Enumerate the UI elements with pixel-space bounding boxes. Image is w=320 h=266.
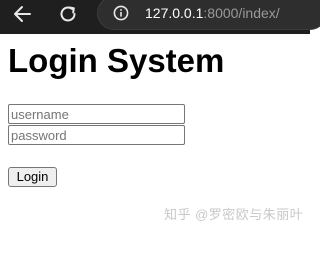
arrow-left-icon [14,6,31,22]
info-circle-icon[interactable] [113,5,129,21]
username-input[interactable] [8,104,185,124]
page-title: Login System [8,42,225,79]
login-button[interactable]: Login [8,167,57,187]
password-input[interactable] [8,125,185,145]
page-content: Login System Login [0,34,310,266]
reload-icon [60,6,76,22]
watermark-text: 知乎 @罗密欧与朱丽叶 [164,207,304,222]
url-host: 127.0.0.1 [145,5,204,21]
back-button[interactable] [10,1,36,27]
url-text[interactable]: 127.0.0.1:8000/index/ [145,5,280,21]
url-path: :8000/index/ [203,5,280,21]
address-bar[interactable]: 127.0.0.1:8000/index/ [97,0,320,30]
browser-toolbar: 127.0.0.1:8000/index/ [0,0,320,34]
reload-button[interactable] [55,1,81,27]
